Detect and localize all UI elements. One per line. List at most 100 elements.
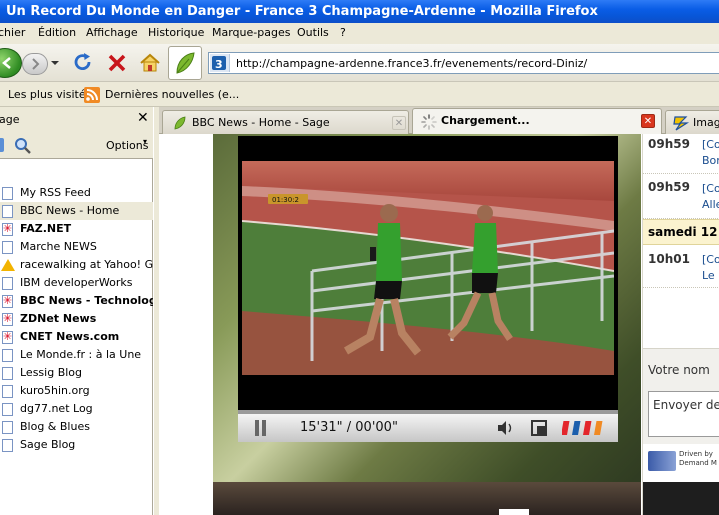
feed-link[interactable]: [Co (702, 137, 719, 153)
svg-text:3: 3 (215, 58, 223, 71)
feed-label: kuro5hin.org (20, 384, 90, 397)
tab-label: Chargement... (441, 114, 530, 127)
lightning-icon (673, 116, 690, 131)
tab-bbc-news[interactable]: BBC News - Home - Sage ✕ (162, 110, 409, 134)
comment-form: Votre nom Envoyer de (643, 348, 719, 444)
url-text: http://champagne-ardenne.france3.fr/even… (236, 57, 588, 70)
close-tab-icon[interactable]: ✕ (641, 114, 655, 128)
options-dropdown-icon: ▾ (143, 137, 148, 146)
back-button[interactable] (0, 48, 22, 78)
window-title-bar[interactable]: Un Record Du Monde en Danger - France 3 … (0, 0, 719, 23)
updated-feed-icon (2, 310, 13, 328)
sidebar-header: age ✕ (0, 107, 153, 133)
window-title: Un Record Du Monde en Danger - France 3 … (6, 4, 598, 19)
list-item[interactable]: kuro5hin.org (0, 382, 153, 400)
feed-link[interactable]: Alle (702, 197, 719, 213)
sage-button[interactable] (168, 46, 202, 80)
rss-icon (84, 87, 100, 103)
page-content: 01:30:2 15'31" / 00'00" 09h59 [Co Bor 09… (159, 134, 719, 515)
feed-date: samedi 12 (648, 225, 718, 239)
list-item[interactable]: BBC News - Technology (0, 292, 153, 310)
feed-time: 09h59 (648, 180, 690, 194)
volume-icon[interactable] (496, 420, 516, 436)
france3-icon: 3 (212, 56, 226, 71)
video-frame[interactable]: 01:30:2 (242, 161, 614, 375)
list-item[interactable]: IBM developerWorks (0, 274, 153, 292)
video-image: 01:30:2 (242, 161, 614, 375)
pause-icon[interactable] (254, 420, 268, 436)
feed-label: CNET News.com (20, 330, 120, 343)
dm-logo-icon (648, 451, 676, 471)
bookmarks-toolbar: Les plus visités Dernières nouvelles (e.… (0, 82, 719, 107)
feed-label: dg77.net Log (20, 402, 93, 415)
list-item[interactable]: Le Monde.fr : à la Une (0, 346, 153, 364)
list-item[interactable]: CNET News.com (0, 328, 153, 346)
updated-feed-icon (2, 292, 13, 310)
feed-label: BBC News - Home (20, 204, 120, 217)
video-player[interactable]: 01:30:2 (238, 136, 618, 441)
feed-link[interactable]: Le (702, 268, 715, 284)
list-item[interactable]: Marche NEWS (0, 238, 153, 256)
search-icon[interactable] (14, 137, 32, 155)
list-item[interactable]: dg77.net Log (0, 400, 153, 418)
history-dropdown-icon[interactable] (51, 61, 59, 65)
warning-icon (1, 259, 15, 271)
menu-tools[interactable]: Outils (297, 26, 329, 39)
dm-logo-text: Driven by Demand M (679, 450, 717, 467)
list-item[interactable]: My RSS Feed (0, 184, 153, 202)
feed-label: ZDNet News (20, 312, 97, 325)
bookmark-most-visited[interactable]: Les plus visités (8, 88, 91, 101)
page-icon (2, 403, 13, 416)
sidebar-title: age (0, 113, 20, 126)
feed-label: Marche NEWS (20, 240, 97, 253)
feed-label: IBM developerWorks (20, 276, 133, 289)
dark-footer (643, 482, 719, 515)
tab-image[interactable]: Image (665, 110, 719, 134)
menu-view[interactable]: Affichage (86, 26, 138, 39)
forward-icon (32, 58, 40, 70)
menu-help[interactable]: ? (340, 26, 346, 39)
feed-label: My RSS Feed (20, 186, 91, 199)
back-icon (2, 57, 11, 69)
forward-button[interactable] (22, 53, 48, 75)
send-button[interactable]: Envoyer de (648, 391, 719, 437)
stop-icon (108, 54, 126, 72)
list-item[interactable]: Sage Blog (0, 436, 153, 454)
list-item[interactable]: Lessig Blog (0, 364, 153, 382)
feed-link[interactable]: [Co (702, 181, 719, 197)
menu-bookmarks[interactable]: Marque-pages (212, 26, 290, 39)
close-tab-icon[interactable]: ✕ (392, 116, 406, 130)
stop-button[interactable] (106, 52, 130, 74)
updated-feed-icon (2, 220, 13, 238)
player-time: 15'31" / 00'00" (300, 420, 398, 435)
france-tv-logo-icon (562, 421, 603, 435)
browser-window: { "window": { "title": "Un Record Du Mon… (0, 0, 719, 515)
feed-link[interactable]: [Co (702, 252, 719, 268)
tab-loading[interactable]: Chargement... ✕ (412, 108, 662, 135)
menu-edit[interactable]: Édition (38, 26, 76, 39)
background-footer (213, 482, 641, 515)
feed-label: Le Monde.fr : à la Une (20, 348, 142, 361)
feed-link[interactable]: Bor (702, 153, 719, 169)
sidebar-close-icon[interactable]: ✕ (137, 110, 149, 126)
sidebar-toolbar: Options ▾ (0, 133, 153, 159)
list-item[interactable]: ZDNet News (0, 310, 153, 328)
menu-history[interactable]: Historique (148, 26, 204, 39)
reload-button[interactable] (72, 52, 96, 74)
feed-row: 09h59 [Co Alle (643, 177, 719, 219)
feed-label: racewalking at Yahoo! Gr... (20, 258, 153, 271)
home-button[interactable] (139, 52, 163, 74)
page-icon (2, 205, 13, 218)
menu-file[interactable]: chier (0, 26, 25, 39)
site-identity-icon[interactable]: 3 (210, 54, 230, 72)
name-label: Votre nom (648, 363, 710, 377)
leaf-icon (174, 116, 186, 130)
address-bar[interactable]: 3 http://champagne-ardenne.france3.fr/ev… (208, 52, 719, 74)
feed-icon[interactable] (0, 138, 4, 152)
list-item[interactable]: FAZ.NET (0, 220, 153, 238)
fullscreen-icon[interactable] (530, 419, 548, 437)
bookmark-latest-news[interactable]: Dernières nouvelles (e... (105, 88, 239, 101)
list-item[interactable]: racewalking at Yahoo! Gr... (0, 256, 153, 274)
list-item[interactable]: BBC News - Home (0, 202, 153, 220)
list-item[interactable]: Blog & Blues (0, 418, 153, 436)
